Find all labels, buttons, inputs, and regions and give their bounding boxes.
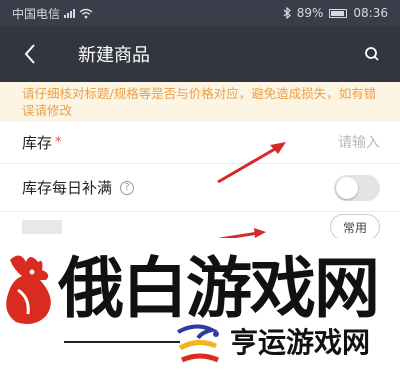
watermark-title: 俄白游戏网: [58, 250, 380, 327]
clock: 08:36: [353, 6, 388, 20]
cellular-signal-icon: [64, 8, 76, 18]
required-asterisk: *: [55, 135, 62, 150]
rooster-logo-icon: [6, 255, 51, 324]
stock-label: 库存: [22, 134, 53, 152]
wifi-icon: [79, 8, 93, 18]
notice-banner: 请仔细核对标题/规格等是否与价格对应，避免造成损失，如有错误请修改: [0, 82, 400, 122]
toggle-knob: [336, 176, 358, 199]
stock-row: 库存 *: [0, 122, 400, 164]
bluetooth-icon: [283, 7, 291, 19]
common-button[interactable]: 常用: [330, 214, 380, 240]
app-screen: 中国电信 89% 08:36 新建商品 请仔细核对标题/规格等是否与价格对应，避…: [0, 0, 400, 377]
watermark-divider: [64, 341, 180, 343]
search-icon: [365, 47, 379, 61]
search-button[interactable]: [344, 26, 400, 82]
navigation-bar: 新建商品: [0, 26, 400, 82]
daily-refill-toggle[interactable]: [334, 174, 380, 201]
page-title: 新建商品: [78, 45, 150, 66]
daily-refill-label: 库存每日补满: [22, 179, 113, 197]
status-bar: 中国电信 89% 08:36: [0, 0, 400, 26]
annotation-arrow-icon: [217, 142, 286, 184]
carrier-name: 中国电信: [12, 6, 61, 21]
help-icon[interactable]: ?: [120, 180, 135, 195]
battery-icon: [329, 8, 348, 18]
dragon-logo-icon: [177, 324, 220, 363]
battery-percent: 89%: [296, 6, 324, 20]
status-left: 中国电信: [12, 5, 93, 22]
status-right: 89% 08:36: [283, 6, 388, 20]
partial-row-label: [22, 220, 62, 234]
back-button[interactable]: [0, 26, 60, 82]
daily-refill-row: 库存每日补满 ?: [0, 164, 400, 212]
chevron-left-icon: [24, 44, 35, 64]
watermark-subtitle: 亨运游戏网: [230, 326, 371, 359]
